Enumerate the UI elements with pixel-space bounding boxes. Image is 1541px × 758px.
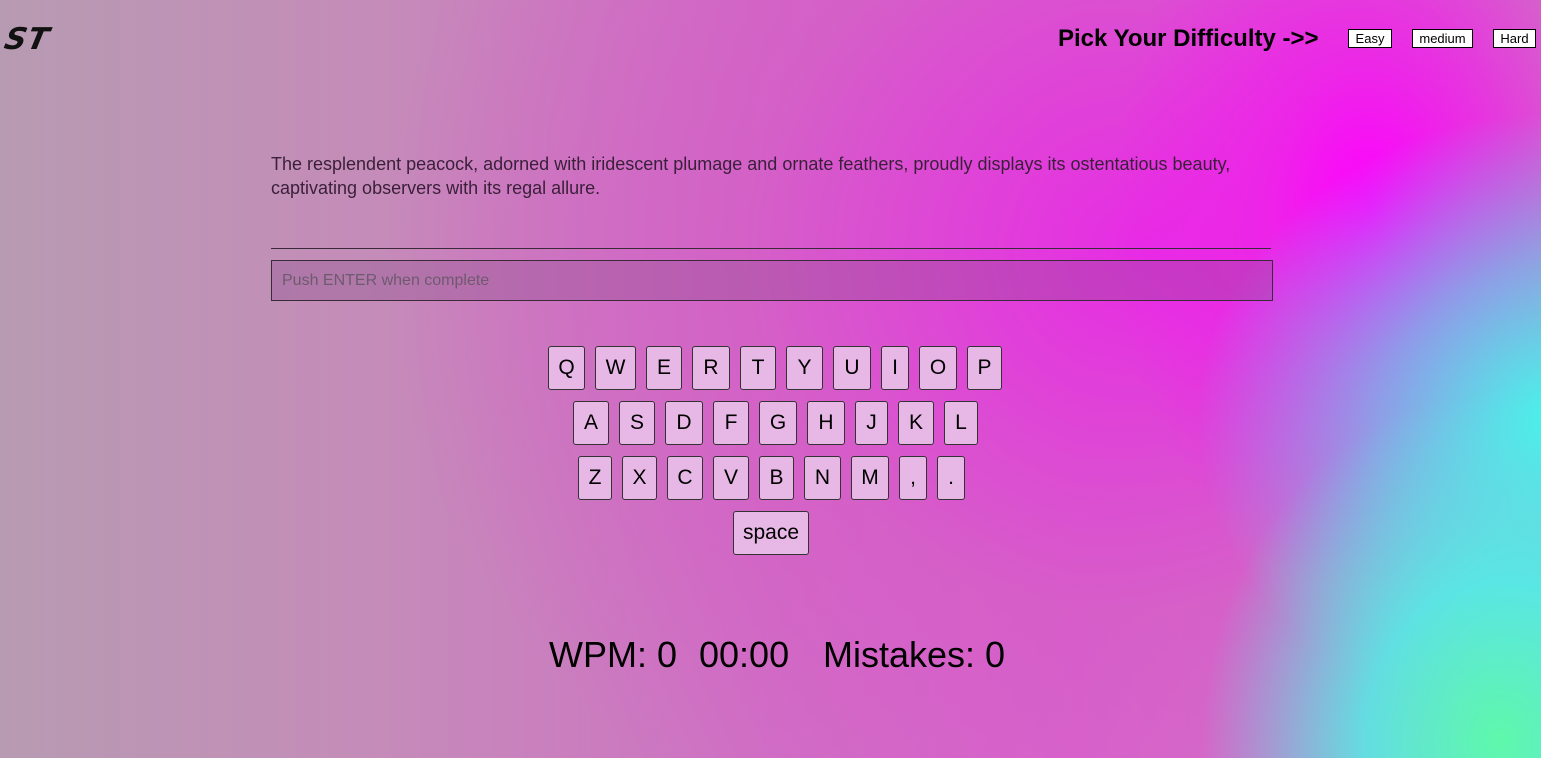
wpm-counter: WPM: 0: [549, 634, 678, 675]
key-x[interactable]: X: [622, 456, 657, 500]
key-e[interactable]: E: [646, 346, 682, 390]
key-q[interactable]: Q: [548, 346, 585, 390]
typing-input[interactable]: [271, 260, 1273, 301]
mistakes-counter: Mistakes: 0: [823, 634, 1006, 675]
key-h[interactable]: H: [807, 401, 845, 445]
key-w[interactable]: W: [595, 346, 636, 390]
key-i[interactable]: I: [881, 346, 909, 390]
key-l[interactable]: L: [944, 401, 978, 445]
key-space[interactable]: space: [733, 511, 809, 555]
divider: [271, 248, 1271, 249]
key-d[interactable]: D: [665, 401, 703, 445]
key-s[interactable]: S: [619, 401, 655, 445]
hard-button[interactable]: Hard: [1493, 29, 1536, 48]
logo: ST: [1, 22, 53, 57]
easy-button[interactable]: Easy: [1348, 29, 1392, 48]
difficulty-title: Pick Your Difficulty ->>: [1058, 25, 1319, 52]
key-n[interactable]: N: [804, 456, 841, 500]
key-b[interactable]: B: [759, 456, 794, 500]
key-t[interactable]: T: [740, 346, 776, 390]
key-f[interactable]: F: [713, 401, 749, 445]
medium-button[interactable]: medium: [1412, 29, 1473, 48]
key-j[interactable]: J: [855, 401, 888, 445]
typing-passage: The resplendent peacock, adorned with ir…: [271, 154, 1231, 198]
key-v[interactable]: V: [713, 456, 749, 500]
key-o[interactable]: O: [919, 346, 957, 390]
key-r[interactable]: R: [692, 346, 730, 390]
key-comma[interactable]: ,: [899, 456, 927, 500]
key-z[interactable]: Z: [578, 456, 612, 500]
key-c[interactable]: C: [667, 456, 703, 500]
key-period[interactable]: .: [937, 456, 965, 500]
key-y[interactable]: Y: [786, 346, 823, 390]
timer: 00:00: [699, 634, 790, 675]
key-k[interactable]: K: [898, 401, 934, 445]
key-g[interactable]: G: [759, 401, 797, 445]
key-p[interactable]: P: [967, 346, 1002, 390]
key-u[interactable]: U: [833, 346, 871, 390]
key-a[interactable]: A: [573, 401, 609, 445]
key-m[interactable]: M: [851, 456, 889, 500]
